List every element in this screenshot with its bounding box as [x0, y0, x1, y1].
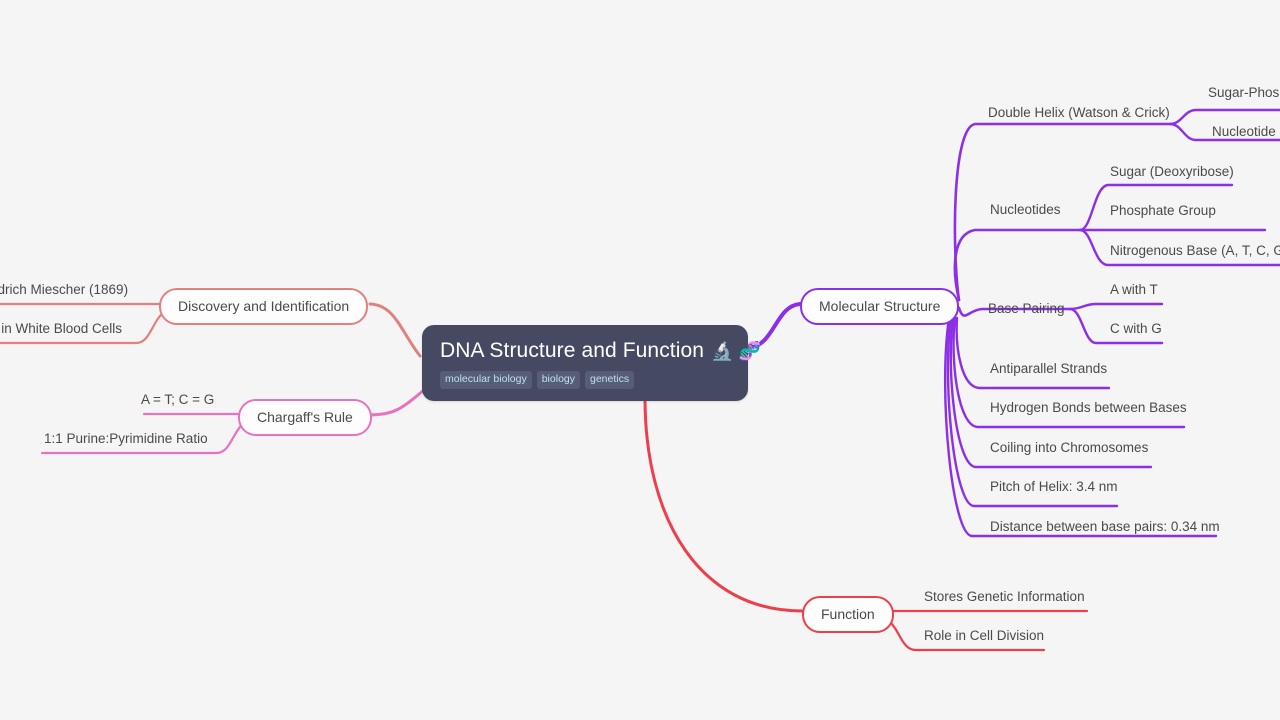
leaf-pitch-of-helix[interactable]: Pitch of Helix: 3.4 nm: [990, 479, 1118, 495]
leaf-nucleotides[interactable]: Nucleotides: [990, 202, 1061, 218]
leaf-sugar-phosphate-label: Sugar-Phos: [1208, 85, 1280, 100]
link-bp-a-with-t: [1068, 302, 1164, 311]
root-tag-list: molecular biology biology genetics: [440, 371, 635, 389]
leaf-cell-division-label: Role in Cell Division: [924, 628, 1045, 643]
leaf-double-helix[interactable]: Double Helix (Watson & Crick): [988, 105, 1170, 121]
tag-molecular-biology[interactable]: molecular biology: [440, 371, 532, 389]
leaf-sugar-deoxyribose-label: Sugar (Deoxyribose): [1110, 164, 1234, 179]
branch-molecular-structure[interactable]: Molecular Structure: [800, 288, 960, 325]
branch-chargaffs-rule[interactable]: Chargaff's Rule: [238, 399, 372, 436]
leaf-purine-pyrimidine-ratio[interactable]: 1:1 Purine:Pyrimidine Ratio: [44, 431, 208, 447]
root-title: DNA Structure and Function 🔬 🧬: [440, 339, 761, 363]
leaf-sugar-phosphate-backbone[interactable]: Sugar-Phos: [1208, 85, 1279, 101]
link-ms-antiparallel: [955, 316, 1111, 390]
leaf-pitch-of-helix-label: Pitch of Helix: 3.4 nm: [990, 479, 1118, 494]
leaf-friedrich-miescher[interactable]: edrich Miescher (1869): [0, 282, 128, 298]
leaf-antiparallel-strands[interactable]: Antiparallel Strands: [990, 361, 1107, 377]
leaf-phosphate-group-label: Phosphate Group: [1110, 203, 1216, 218]
branch-function[interactable]: Function: [802, 596, 894, 633]
branch-function-label: Function: [821, 606, 875, 622]
leaf-base-pairing[interactable]: Base Pairing: [988, 301, 1065, 317]
leaf-c-with-g[interactable]: C with G: [1110, 321, 1162, 337]
leaf-nucleotides-label: Nucleotides: [990, 202, 1061, 217]
link-root-chargaff: [368, 388, 426, 417]
leaf-a-with-t-label: A with T: [1110, 282, 1158, 297]
leaf-double-helix-label: Double Helix (Watson & Crick): [988, 105, 1170, 120]
link-root-function: [643, 396, 804, 613]
leaf-hydrogen-bonds-label: Hydrogen Bonds between Bases: [990, 400, 1187, 415]
link-ms-nucleotides: [953, 228, 1082, 302]
microscope-dna-emoji: 🔬 🧬: [711, 341, 762, 361]
leaf-a-equals-t-c-equals-g[interactable]: A = T; C = G: [141, 392, 214, 408]
leaf-friedrich-miescher-label: edrich Miescher (1869): [0, 282, 129, 297]
link-dh-sugar-phosphate: [1168, 108, 1280, 126]
leaf-stores-genetic-info-label: Stores Genetic Information: [924, 589, 1085, 604]
leaf-role-in-cell-division[interactable]: Role in Cell Division: [924, 628, 1044, 644]
tag-genetics[interactable]: genetics: [585, 371, 635, 389]
branch-molecular-structure-label: Molecular Structure: [819, 298, 941, 314]
leaf-phosphate-group[interactable]: Phosphate Group: [1110, 203, 1216, 219]
root-node[interactable]: DNA Structure and Function 🔬 🧬 molecular…: [422, 325, 761, 401]
leaf-a-with-t[interactable]: A with T: [1110, 282, 1158, 298]
branch-discovery-and-identification[interactable]: Discovery and Identification: [159, 288, 369, 325]
leaf-nitrogenous-base[interactable]: Nitrogenous Base (A, T, C, G): [1110, 243, 1280, 259]
leaf-c-with-g-label: C with G: [1110, 321, 1162, 336]
mindmap-canvas: DNA Structure and Function 🔬 🧬 molecular…: [0, 0, 1280, 720]
leaf-a-t-c-g-label: A = T; C = G: [141, 392, 215, 407]
leaf-nucleotide[interactable]: Nucleotide: [1212, 124, 1276, 140]
leaf-coiling-into-chromosomes[interactable]: Coiling into Chromosomes: [990, 440, 1148, 456]
leaf-sugar-deoxyribose[interactable]: Sugar (Deoxyribose): [1110, 164, 1234, 180]
leaf-hydrogen-bonds[interactable]: Hydrogen Bonds between Bases: [990, 400, 1187, 416]
leaf-nucleotide-label: Nucleotide: [1212, 124, 1276, 139]
leaf-isolation-white-blood-cells[interactable]: n in White Blood Cells: [0, 321, 122, 337]
leaf-antiparallel-strands-label: Antiparallel Strands: [990, 361, 1108, 376]
leaf-nitrogenous-base-label: Nitrogenous Base (A, T, C, G): [1110, 243, 1280, 258]
leaf-base-pairing-label: Base Pairing: [988, 301, 1065, 316]
branch-discovery-label: Discovery and Identification: [178, 298, 350, 314]
leaf-white-blood-cells-label: n in White Blood Cells: [0, 321, 123, 336]
branch-chargaffs-rule-label: Chargaff's Rule: [257, 409, 353, 425]
link-root-discovery: [368, 302, 422, 358]
leaf-distance-between-base-pairs[interactable]: Distance between base pairs: 0.34 nm: [990, 519, 1220, 535]
tag-biology[interactable]: biology: [536, 371, 580, 389]
leaf-coiling-label: Coiling into Chromosomes: [990, 440, 1149, 455]
leaf-distance-label: Distance between base pairs: 0.34 nm: [990, 519, 1220, 534]
leaf-purine-pyrimidine-label: 1:1 Purine:Pyrimidine Ratio: [44, 431, 208, 446]
root-title-text: DNA Structure and Function: [440, 339, 705, 362]
leaf-stores-genetic-information[interactable]: Stores Genetic Information: [924, 589, 1085, 605]
